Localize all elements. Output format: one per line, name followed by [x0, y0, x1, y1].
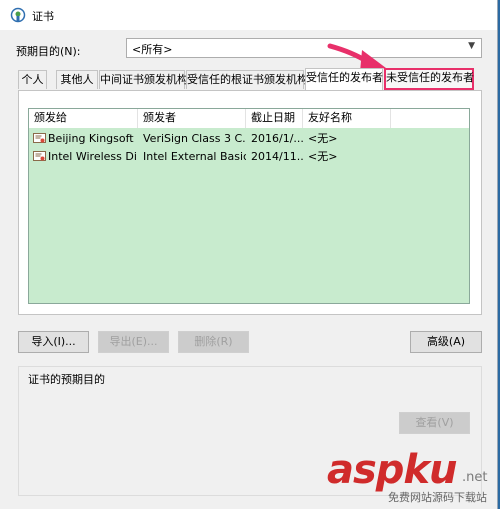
column-header-expiration[interactable]: 截止日期 [246, 109, 303, 128]
tab-intermediate-ca[interactable]: 中间证书颁发机构 [99, 70, 188, 89]
column-header-issued-by[interactable]: 颁发者 [138, 109, 246, 128]
cell-issued-to: Intel Wireless Di... [48, 150, 138, 163]
tab-untrusted-publishers[interactable]: 未受信任的发布者 [384, 68, 474, 90]
watermark-domain: .net [462, 470, 488, 485]
import-button[interactable]: 导入(I)... [18, 331, 89, 353]
tab-trusted-publishers[interactable]: 受信任的发布者 [305, 68, 383, 90]
window-title: 证书 [32, 10, 54, 23]
intended-purposes-label: 证书的预期目的 [26, 371, 107, 387]
cell-expiration: 2014/11... [251, 150, 303, 163]
tab-trusted-root-ca[interactable]: 受信任的根证书颁发机构 [186, 70, 308, 89]
cell-issued-by: Intel External Basic... [143, 150, 246, 163]
cell-friendly-name: <无> [308, 132, 338, 145]
chevron-down-icon: ▼ [468, 41, 475, 51]
certificate-icon [33, 150, 46, 163]
watermark-tagline: 免费网站源码下载站 [388, 491, 487, 504]
table-row[interactable]: Intel Wireless Di... Intel External Basi… [29, 148, 469, 166]
title-bar[interactable]: 证书 [0, 0, 497, 30]
list-header: 颁发给 颁发者 截止日期 友好名称 [29, 109, 469, 128]
certificates-dialog: 证书 预期目的(N): <所有> ▼ 个人 其他人 中间证书颁发机构 受信任的根… [0, 0, 498, 509]
cell-friendly-name: <无> [308, 150, 338, 163]
purpose-label: 预期目的(N): [16, 45, 81, 58]
column-header-issued-to[interactable]: 颁发给 [29, 109, 138, 128]
cell-expiration: 2016/1/... [251, 132, 303, 145]
advanced-button[interactable]: 高级(A) [410, 331, 482, 353]
tab-other-people[interactable]: 其他人 [56, 70, 98, 89]
cell-issued-to: Beijing Kingsoft ... [48, 132, 138, 145]
remove-button[interactable]: 删除(R) [178, 331, 249, 353]
export-button[interactable]: 导出(E)... [98, 331, 169, 353]
view-button[interactable]: 查看(V) [399, 412, 470, 434]
watermark-logo: aspku [327, 447, 458, 493]
certificate-list[interactable]: 颁发给 颁发者 截止日期 友好名称 Beijing Kingsoft ... V… [28, 108, 470, 304]
table-row[interactable]: Beijing Kingsoft ... VeriSign Class 3 C.… [29, 130, 469, 148]
purpose-value: <所有> [132, 43, 173, 56]
column-header-friendly-name[interactable]: 友好名称 [303, 109, 391, 128]
certificate-icon [10, 7, 26, 23]
tab-personal[interactable]: 个人 [18, 70, 47, 89]
cell-issued-by: VeriSign Class 3 C... [143, 132, 246, 145]
certificate-icon [33, 132, 46, 145]
purpose-dropdown[interactable]: <所有> ▼ [126, 38, 482, 58]
